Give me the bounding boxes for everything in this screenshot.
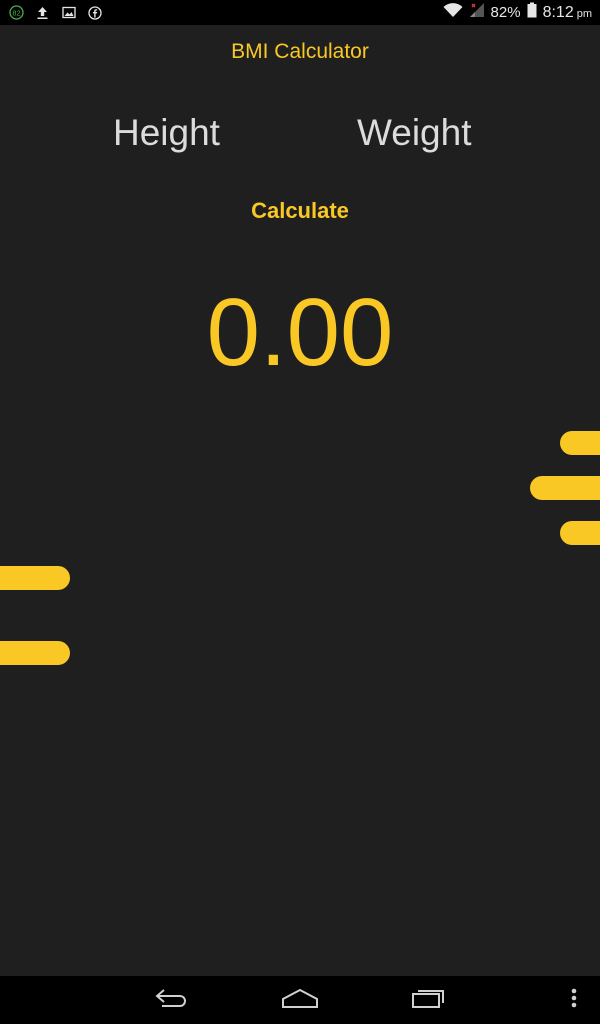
- clock: 8:12 pm: [543, 4, 592, 22]
- battery-percent: 82%: [490, 4, 521, 21]
- back-button[interactable]: [152, 986, 192, 1014]
- home-icon: [281, 987, 319, 1014]
- decorative-bar-right-3: [560, 521, 600, 545]
- notification-icons: 82: [0, 5, 102, 20]
- signal-icon: [469, 2, 485, 23]
- wifi-icon: [443, 2, 463, 23]
- recents-icon: [411, 987, 447, 1014]
- navigation-bar: [0, 976, 600, 1024]
- overflow-menu-icon: [570, 987, 578, 1014]
- image-icon: [61, 5, 76, 20]
- notification-badge-icon: 82: [9, 5, 24, 20]
- status-bar: 82 82% 8:12 pm: [0, 0, 600, 25]
- home-button[interactable]: [280, 986, 320, 1014]
- upload-icon: [35, 5, 50, 20]
- weight-button[interactable]: Weight: [357, 112, 472, 154]
- measure-row: Height Weight: [0, 112, 600, 162]
- app-title: BMI Calculator: [231, 40, 369, 63]
- overflow-menu-button[interactable]: [560, 986, 588, 1014]
- notification-badge-text: 82: [12, 8, 20, 17]
- battery-icon: [527, 2, 537, 23]
- decorative-bar-left-2: [0, 641, 70, 665]
- bmi-result: 0.00: [206, 279, 394, 386]
- height-button[interactable]: Height: [113, 112, 220, 154]
- decorative-bar-right-1: [560, 431, 600, 455]
- facebook-icon: [87, 5, 102, 20]
- decorative-bar-left-1: [0, 566, 70, 590]
- system-status: 82% 8:12 pm: [443, 2, 600, 23]
- recents-button[interactable]: [409, 986, 449, 1014]
- decorative-bar-right-2: [530, 476, 600, 500]
- calculate-button[interactable]: Calculate: [0, 198, 600, 224]
- clock-ampm: pm: [576, 7, 592, 20]
- clock-time: 8:12: [542, 3, 574, 21]
- back-icon: [154, 987, 190, 1014]
